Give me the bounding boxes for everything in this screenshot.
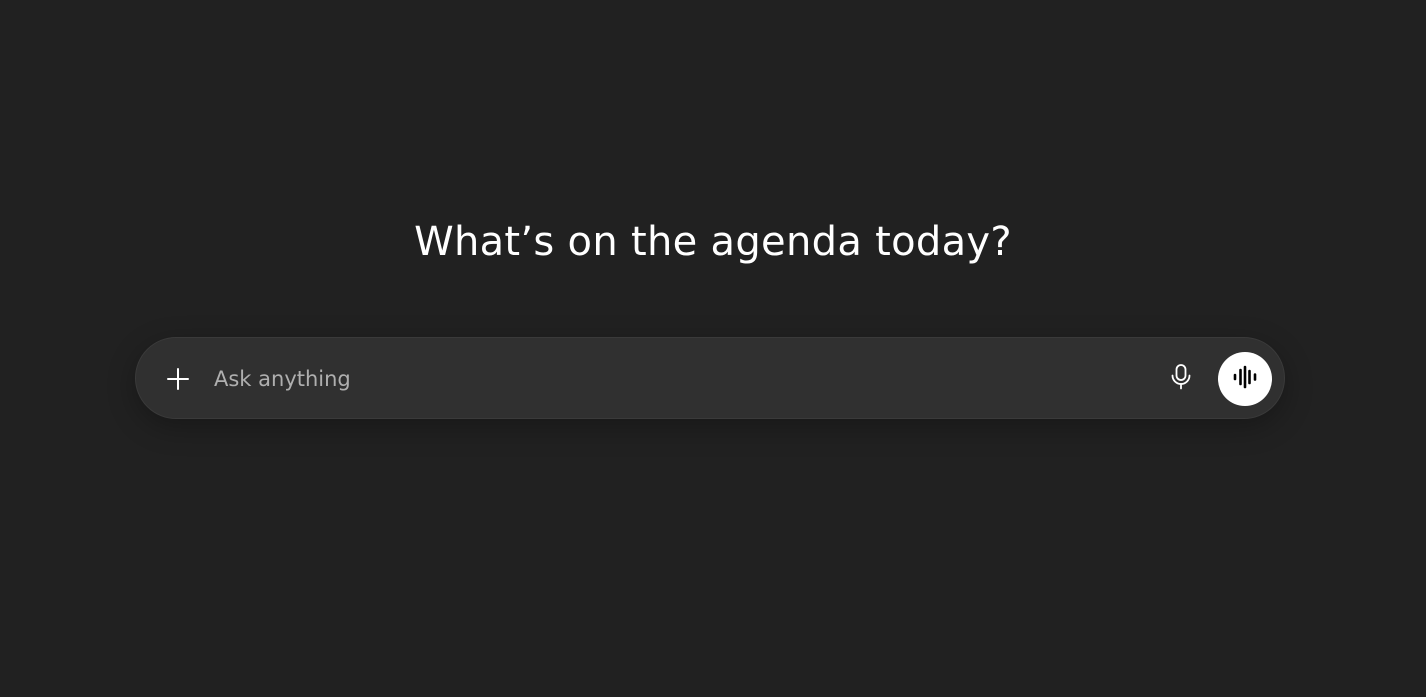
page-title: What’s on the agenda today? xyxy=(414,219,1012,265)
voice-waveform-icon xyxy=(1232,365,1258,393)
chat-home-page: What’s on the agenda today? xyxy=(0,0,1426,697)
plus-icon xyxy=(165,366,191,392)
add-attachment-button[interactable] xyxy=(160,361,196,397)
prompt-composer xyxy=(135,337,1285,419)
prompt-input[interactable] xyxy=(214,360,1144,398)
microphone-icon xyxy=(1169,363,1193,395)
voice-mode-button[interactable] xyxy=(1218,352,1272,406)
dictate-button[interactable] xyxy=(1163,361,1199,397)
